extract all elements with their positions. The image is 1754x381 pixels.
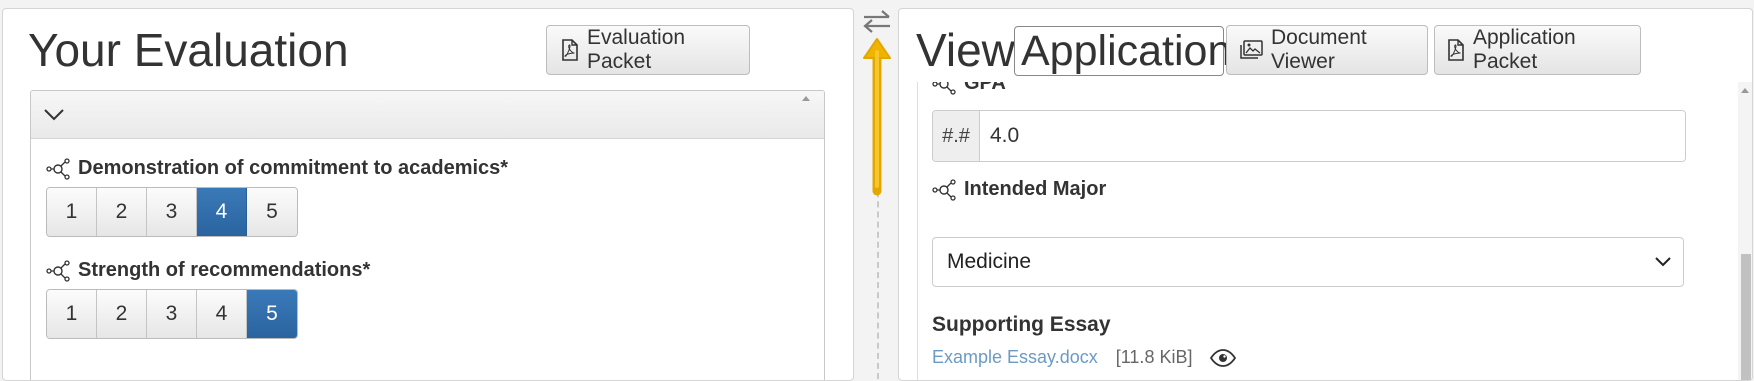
pdf-icon — [562, 39, 578, 61]
chevron-down-icon — [1655, 257, 1671, 267]
rating-group-academics: 12345 — [46, 187, 298, 237]
essay-file-size: [11.8 KiB] — [1115, 347, 1193, 367]
question-label: Strength of recommendations* — [46, 259, 370, 282]
rating-option-5[interactable]: 5 — [247, 290, 297, 338]
document-viewer-button[interactable]: Document Viewer — [1226, 25, 1428, 75]
view-panel: View Application Document Viewer Applica… — [898, 8, 1753, 381]
network-icon — [932, 178, 956, 201]
major-select[interactable]: Medicine — [932, 237, 1684, 287]
application-packet-label: Application Packet — [1473, 26, 1576, 73]
evaluation-card: Demonstration of commitment to academics… — [30, 90, 825, 380]
rating-option-1[interactable]: 1 — [47, 290, 97, 338]
rating-group-recommendations: 12345 — [46, 289, 298, 339]
network-icon — [46, 157, 70, 180]
major-select-value: Medicine — [947, 250, 1032, 273]
rating-option-5[interactable]: 5 — [247, 188, 297, 236]
gpa-field[interactable]: 4.0 — [980, 111, 1685, 161]
view-title: View — [916, 24, 1015, 76]
application-scroll-area[interactable]: GPA #.# 4.0 Intended Major Medicine Supp… — [917, 82, 1733, 380]
card-header — [31, 91, 824, 139]
network-icon — [932, 82, 956, 95]
major-label: Intended Major — [932, 178, 1106, 201]
rating-option-2[interactable]: 2 — [97, 290, 147, 338]
pdf-icon — [1448, 39, 1464, 61]
rating-option-3[interactable]: 3 — [147, 188, 197, 236]
rating-option-3[interactable]: 3 — [147, 290, 197, 338]
rating-option-2[interactable]: 2 — [97, 188, 147, 236]
arrow-up-icon[interactable] — [861, 36, 893, 196]
chevron-down-icon[interactable] — [43, 103, 65, 125]
view-select[interactable]: Application — [1014, 26, 1231, 76]
scroll-up-icon[interactable] — [802, 96, 810, 101]
evaluation-packet-button[interactable]: Evaluation Packet — [546, 25, 750, 75]
application-packet-button[interactable]: Application Packet — [1434, 25, 1641, 75]
swap-icon[interactable] — [862, 9, 892, 33]
gpa-input-group: #.# 4.0 — [932, 110, 1686, 162]
gpa-label: GPA — [932, 82, 1006, 95]
question-text: Strength of recommendations* — [78, 259, 371, 281]
scrollbar-thumb[interactable] — [1741, 254, 1751, 380]
gpa-label-text: GPA — [964, 82, 1006, 94]
page-title: Your Evaluation — [28, 24, 349, 76]
scrollbar[interactable] — [1738, 82, 1752, 380]
image-icon — [1240, 40, 1263, 59]
rating-option-4[interactable]: 4 — [197, 290, 247, 338]
rating-option-4[interactable]: 4 — [197, 188, 247, 236]
question-label: Demonstration of commitment to academics… — [46, 157, 508, 180]
evaluation-packet-label: Evaluation Packet — [587, 26, 686, 73]
evaluation-panel: Your Evaluation Evaluation Packet Demons… — [2, 8, 854, 381]
essay-file-link[interactable]: Example Essay.docx — [932, 347, 1098, 368]
network-icon — [46, 259, 70, 282]
major-label-text: Intended Major — [964, 178, 1107, 200]
question-text: Demonstration of commitment to academics… — [78, 157, 509, 179]
view-select-value: Application — [1021, 26, 1232, 75]
rating-option-1[interactable]: 1 — [47, 188, 97, 236]
essay-file-row: Example Essay.docx [11.8 KiB] — [932, 347, 1237, 368]
eye-icon[interactable] — [1210, 348, 1237, 367]
scroll-up-icon[interactable] — [1741, 88, 1749, 93]
gpa-format-addon: #.# — [933, 111, 980, 161]
document-viewer-label: Document Viewer — [1271, 26, 1367, 73]
essay-title: Supporting Essay — [932, 313, 1111, 336]
